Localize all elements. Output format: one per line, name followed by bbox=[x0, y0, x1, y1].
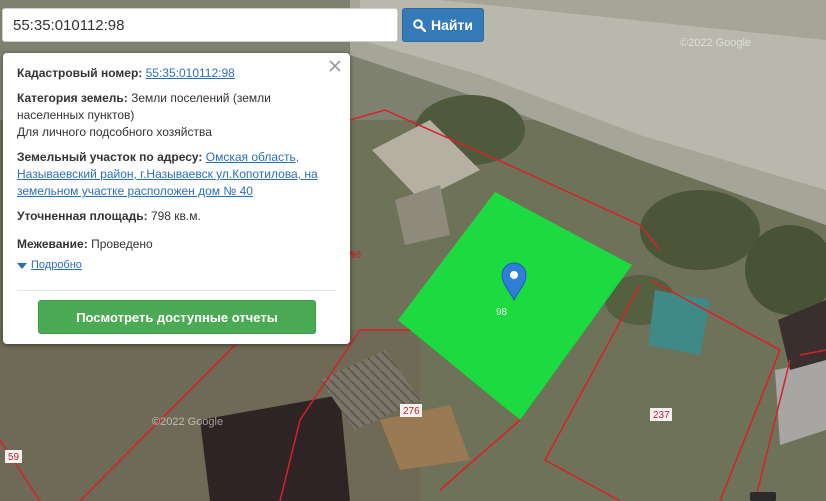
house-roof bbox=[775, 360, 826, 445]
cadastral-label: Кадастровый номер: bbox=[17, 66, 143, 80]
cadastral-row: Кадастровый номер: 55:35:010112:98 bbox=[17, 65, 336, 82]
divider bbox=[17, 290, 336, 291]
survey-value: Проведено bbox=[91, 237, 153, 251]
close-icon[interactable] bbox=[327, 58, 343, 74]
parcel-label: 59 bbox=[8, 452, 20, 463]
search-button-label: Найти bbox=[431, 17, 473, 33]
parcel-label: 237 bbox=[653, 410, 670, 421]
parcel-info-popup: Кадастровый номер: 55:35:010112:98 Катег… bbox=[3, 53, 350, 344]
category-row: Категория земель: Земли поселений (земли… bbox=[17, 90, 336, 141]
address-link[interactable]: Омская область, bbox=[206, 150, 299, 164]
search-input[interactable] bbox=[2, 8, 398, 42]
cadastral-link[interactable]: 55:35:010112:98 bbox=[146, 66, 235, 80]
address-link[interactable]: Называевский район, г.Называевск ул.Копо… bbox=[17, 167, 318, 181]
search-button[interactable]: Найти bbox=[402, 8, 484, 42]
trees bbox=[640, 190, 760, 270]
caret-down-icon bbox=[17, 262, 27, 269]
address-row: Земельный участок по адресу: Омская обла… bbox=[17, 149, 336, 200]
area-value: 798 кв.м. bbox=[150, 209, 201, 223]
map-control[interactable] bbox=[750, 492, 776, 501]
survey-row: Межевание: Проведено bbox=[17, 236, 336, 253]
house-roof bbox=[648, 290, 710, 355]
view-reports-button[interactable]: Посмотреть доступные отчеты bbox=[38, 300, 316, 334]
parcel-label: 96 bbox=[350, 250, 362, 261]
search-icon bbox=[413, 18, 427, 32]
area-label: Уточненная площадь: bbox=[17, 209, 148, 223]
map-watermark: ©2022 Google bbox=[152, 416, 223, 428]
survey-label: Межевание: bbox=[17, 237, 88, 251]
parcel-label: 276 bbox=[403, 406, 420, 417]
map-watermark: ©2022 Google bbox=[680, 37, 751, 49]
category-value: населенных пунктов) bbox=[17, 108, 135, 122]
category-label: Категория земель: bbox=[17, 91, 128, 105]
parcel-label: 98 bbox=[496, 307, 508, 318]
address-link[interactable]: земельном участке расположен дом № 40 bbox=[17, 184, 253, 198]
category-value: Земли поселений (земли bbox=[131, 91, 271, 105]
category-value: Для личного подсобного хозяйства bbox=[17, 125, 212, 139]
address-label: Земельный участок по адресу: bbox=[17, 150, 203, 164]
more-details-label: Подробно bbox=[31, 259, 82, 271]
more-details-link[interactable]: Подробно bbox=[17, 257, 336, 274]
area-row: Уточненная площадь: 798 кв.м. bbox=[17, 208, 336, 225]
